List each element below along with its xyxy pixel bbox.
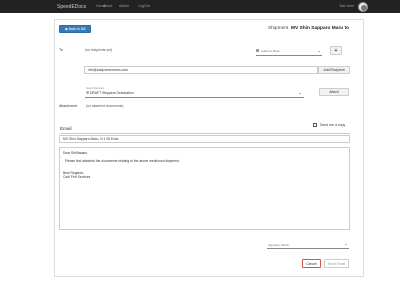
body-greeting: Dear Sir/Madam, [63, 151, 88, 155]
address-book-underline [256, 55, 322, 56]
document-select-underline [85, 96, 304, 98]
shipment-name: MV Shin Sapparo Maru to [291, 26, 350, 31]
back-arrow-icon: ◀ [64, 27, 68, 31]
brand-logo[interactable]: SpeedEDocs [57, 4, 86, 10]
document-select-caption: Select Document [86, 87, 105, 90]
attach-button[interactable]: Attach [319, 88, 349, 96]
chevron-down-icon [299, 92, 301, 94]
recipients-placeholder: (no recipients set) [85, 48, 112, 52]
avatar[interactable] [358, 1, 368, 12]
email-body-textarea[interactable]: Dear Sir/Madam, Please find attached the… [59, 147, 350, 230]
nav-logout[interactable]: LogOut [138, 4, 150, 8]
email-section-title: Email [60, 126, 72, 131]
nav-admin[interactable]: Admin [119, 4, 129, 8]
attachment-value: (no attached documents) [86, 104, 124, 108]
chevron-down-icon [345, 244, 347, 245]
back-to-bill-label: Back to Bill [68, 27, 86, 31]
signature-block-select[interactable]: Signature Block [268, 243, 289, 247]
document-select[interactable]: ☰ DRAFT Shippers Declaration [86, 91, 134, 95]
add-recipient-plus-button[interactable]: + [330, 46, 342, 55]
cancel-button[interactable]: Cancel [302, 259, 321, 268]
attachment-label: Attachment [59, 104, 78, 108]
top-navbar: SpeedEDocs Home About Admin LogOut Test … [0, 0, 400, 13]
chevron-down-icon [318, 50, 320, 52]
recipient-email-input[interactable]: info@cadportservices.com [84, 66, 318, 74]
user-name[interactable]: Test User [339, 4, 354, 8]
back-to-bill-button[interactable]: ◀ Back to Bill [59, 25, 91, 33]
subject-input[interactable]: MV Shin Sapparo Maru, N 1 06 Exdc [59, 135, 350, 143]
email-divider [60, 132, 350, 134]
address-book-icon [256, 49, 259, 52]
to-label: To [59, 48, 63, 52]
add-recipient-button[interactable]: Add Recipient [318, 66, 350, 74]
signature-block-underline [267, 248, 349, 249]
send-email-button[interactable]: Send Email [324, 259, 349, 268]
shipment-prefix: Shipment [268, 26, 289, 31]
selected-document: DRAFT Shippers Declaration [89, 91, 134, 95]
send-copy-label: Send me a copy [320, 123, 346, 127]
nav-about[interactable]: About [103, 4, 112, 8]
address-book-select[interactable]: Address Book [261, 49, 280, 53]
body-sender: Cadi Port Services [63, 175, 91, 179]
body-message: Please find attached the documents relat… [65, 159, 180, 163]
send-copy-checkbox[interactable] [313, 123, 317, 127]
